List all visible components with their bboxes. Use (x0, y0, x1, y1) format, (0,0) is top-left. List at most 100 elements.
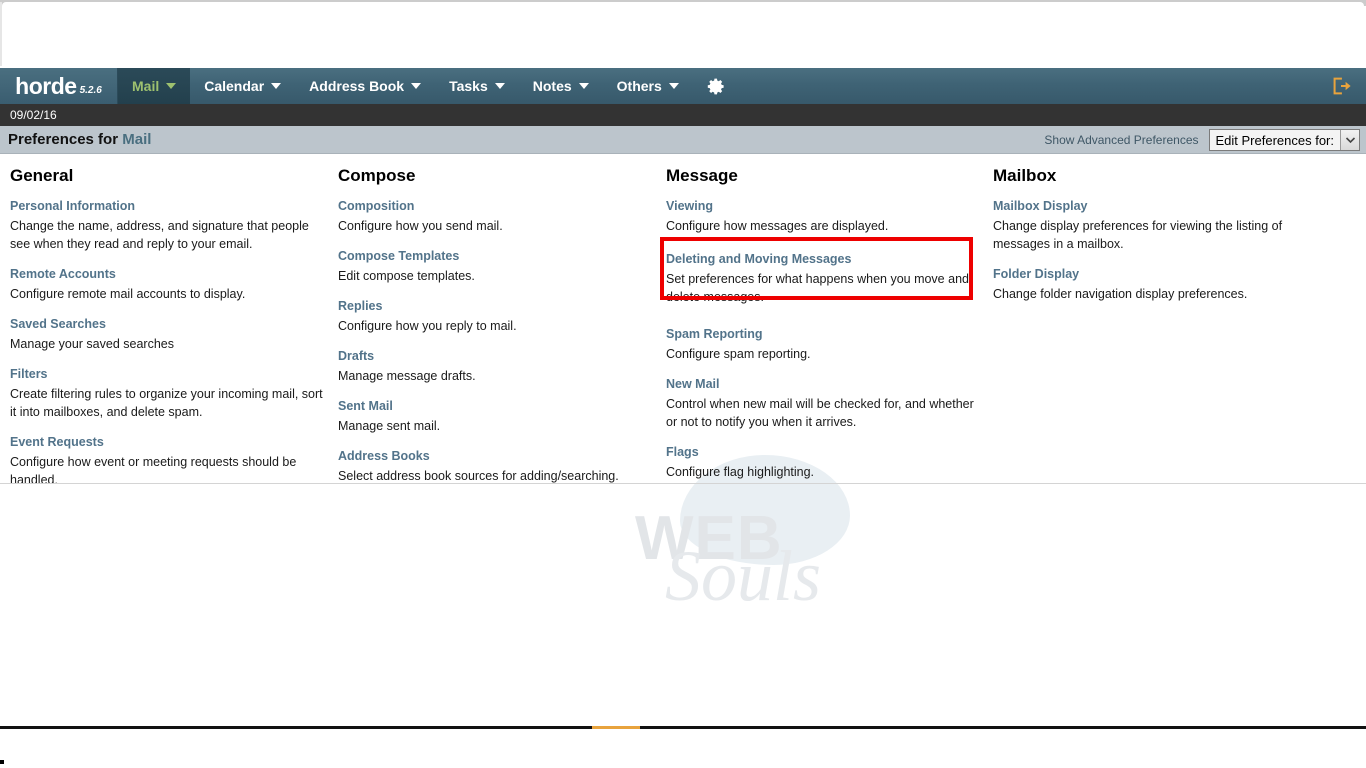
pref-group: Sent Mail Manage sent mail. (338, 398, 656, 435)
pref-link-deleting-and-moving-messages[interactable]: Deleting and Moving Messages (666, 251, 984, 268)
horde-logo[interactable]: horde 5.2.6 (0, 68, 118, 104)
column-title-message: Message (666, 166, 738, 185)
pref-group: Viewing Configure how messages are displ… (666, 198, 984, 235)
nav-item-calendar-label: Calendar (204, 78, 265, 94)
nav-item-mail[interactable]: Mail (118, 68, 191, 104)
pref-link-mailbox-display[interactable]: Mailbox Display (993, 198, 1323, 215)
preferences-column-compose: Compose Composition Configure how you se… (338, 155, 656, 498)
pref-desc-sent-mail: Manage sent mail. (338, 418, 441, 433)
pref-link-new-mail[interactable]: New Mail (666, 376, 984, 393)
pref-link-sent-mail[interactable]: Sent Mail (338, 398, 656, 415)
pref-link-remote-accounts[interactable]: Remote Accounts (10, 266, 328, 283)
preferences-header-actions: Show Advanced Preferences Edit Preferenc… (1044, 126, 1360, 154)
pref-desc-drafts: Manage message drafts. (338, 368, 476, 383)
nav-item-tasks[interactable]: Tasks (435, 68, 519, 104)
column-title-mailbox: Mailbox (993, 166, 1057, 185)
pref-desc-folder-display: Change folder navigation display prefere… (993, 287, 1248, 301)
pref-link-drafts[interactable]: Drafts (338, 348, 656, 365)
nav-item-tasks-label: Tasks (449, 78, 488, 94)
pref-link-folder-display[interactable]: Folder Display (993, 266, 1323, 283)
pref-group: Personal Information Change the name, ad… (10, 198, 328, 253)
show-advanced-preferences-link[interactable]: Show Advanced Preferences (1044, 133, 1198, 147)
content-divider (0, 483, 1366, 484)
edit-preferences-for-select[interactable]: Edit Preferences for: (1208, 129, 1360, 151)
pref-group: Composition Configure how you send mail. (338, 198, 656, 235)
nav-item-others-label: Others (616, 78, 662, 94)
pref-group: Filters Create filtering rules to organi… (10, 366, 328, 421)
pref-link-filters[interactable]: Filters (10, 366, 328, 383)
page-blank-area (2, 2, 1364, 66)
pref-link-replies[interactable]: Replies (338, 298, 656, 315)
pref-group: Flags Configure flag highlighting. (666, 444, 984, 481)
pref-link-event-requests[interactable]: Event Requests (10, 434, 328, 451)
pref-group: New Mail Control when new mail will be c… (666, 376, 984, 431)
pref-desc-personal-information: Change the name, address, and signature … (10, 218, 309, 251)
pref-group: Folder Display Change folder navigation … (993, 266, 1323, 303)
page-title-prefix: Preferences for (8, 131, 123, 148)
page-title: Preferences for Mail (0, 131, 151, 148)
preferences-column-general: General Personal Information Change the … (10, 155, 328, 502)
pref-desc-new-mail: Control when new mail will be checked fo… (666, 397, 974, 430)
logout-icon (1333, 77, 1351, 95)
pref-desc-deleting-and-moving-messages: Set preferences for what happens when yo… (666, 271, 969, 304)
nav-item-mail-label: Mail (132, 78, 160, 94)
pref-desc-remote-accounts: Configure remote mail accounts to displa… (10, 287, 246, 301)
pref-link-address-books[interactable]: Address Books (338, 448, 656, 465)
pref-link-composition[interactable]: Composition (338, 198, 656, 215)
edit-preferences-for-label: Edit Preferences for: (1209, 130, 1340, 150)
chevron-down-icon (578, 83, 589, 89)
pref-link-flags[interactable]: Flags (666, 444, 984, 461)
pref-group: Remote Accounts Configure remote mail ac… (10, 266, 328, 303)
pref-group: Replies Configure how you reply to mail. (338, 298, 656, 335)
current-date: 09/02/16 (10, 108, 57, 122)
nav-item-others[interactable]: Others (603, 68, 693, 104)
bottom-progress-indicator (592, 726, 640, 729)
preferences-header-bar: Preferences for Mail Show Advanced Prefe… (0, 126, 1366, 154)
pref-link-saved-searches[interactable]: Saved Searches (10, 316, 328, 333)
chevron-down-icon (494, 83, 505, 89)
page-title-app: Mail (122, 131, 152, 148)
pref-group: Saved Searches Manage your saved searche… (10, 316, 328, 353)
pref-link-spam-reporting[interactable]: Spam Reporting (666, 326, 984, 343)
chevron-down-icon (271, 83, 282, 89)
horde-version: 5.2.6 (79, 84, 102, 96)
pref-group: Address Books Select address book source… (338, 448, 656, 485)
pref-desc-composition: Configure how you send mail. (338, 218, 503, 233)
pref-link-compose-templates[interactable]: Compose Templates (338, 248, 656, 265)
nav-item-calendar[interactable]: Calendar (190, 68, 295, 104)
nav-item-address-book-label: Address Book (309, 78, 405, 94)
pref-desc-mailbox-display: Change display preferences for viewing t… (993, 218, 1283, 251)
pref-desc-flags: Configure flag highlighting. (666, 465, 815, 480)
watermark-line-2: Souls (665, 536, 822, 616)
pref-desc-filters: Create filtering rules to organize your … (10, 387, 323, 420)
pref-link-personal-information[interactable]: Personal Information (10, 198, 328, 215)
chevron-down-icon[interactable] (1340, 130, 1359, 150)
pref-group: Event Requests Configure how event or me… (10, 434, 328, 489)
chevron-down-icon (166, 83, 177, 89)
settings-gear-button[interactable] (693, 68, 740, 104)
watermark-line-1: WEB (635, 504, 783, 573)
bottom-corner-marker (0, 760, 4, 764)
logout-button[interactable] (1330, 68, 1352, 104)
pref-desc-compose-templates: Edit compose templates. (338, 268, 475, 283)
date-bar: 09/02/16 (0, 104, 1366, 126)
nav-item-address-book[interactable]: Address Book (295, 68, 435, 104)
pref-desc-viewing: Configure how messages are displayed. (666, 218, 889, 233)
nav-item-notes-label: Notes (532, 78, 572, 94)
preferences-content: WEB Souls General Personal Information C… (0, 155, 1366, 616)
bottom-status-bar (0, 726, 1366, 729)
chevron-down-icon (668, 83, 679, 89)
preferences-column-message: Message Viewing Configure how messages a… (666, 155, 984, 494)
pref-group: Drafts Manage message drafts. (338, 348, 656, 385)
horde-wordmark: horde (15, 72, 77, 99)
nav-item-notes[interactable]: Notes (519, 68, 603, 104)
chevron-down-icon (411, 83, 422, 89)
pref-desc-spam-reporting: Configure spam reporting. (666, 347, 811, 361)
column-title-general: General (10, 166, 74, 185)
pref-group: Mailbox Display Change display preferenc… (993, 198, 1323, 253)
preferences-column-mailbox: Mailbox Mailbox Display Change display p… (993, 155, 1323, 316)
pref-desc-saved-searches: Manage your saved searches (10, 337, 174, 351)
pref-desc-replies: Configure how you reply to mail. (338, 318, 517, 333)
pref-group: Spam Reporting Configure spam reporting. (666, 326, 984, 363)
pref-link-viewing[interactable]: Viewing (666, 198, 984, 215)
